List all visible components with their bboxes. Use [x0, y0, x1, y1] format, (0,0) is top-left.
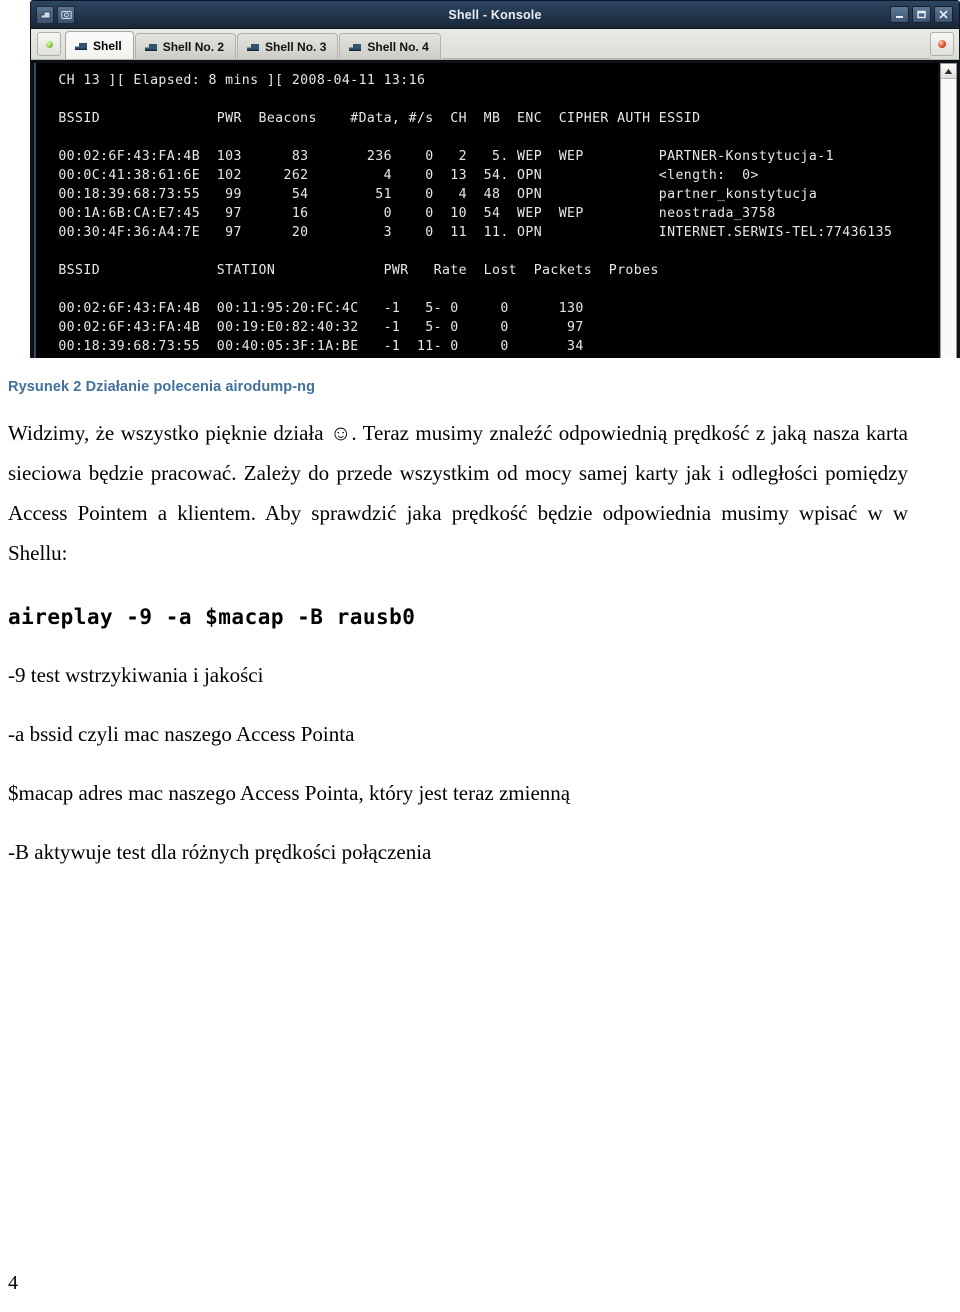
station-table-header: BSSID STATION PWR Rate Lost Packets Prob… [50, 263, 659, 278]
scroll-up-button[interactable] [941, 64, 956, 79]
terminal-status-line: CH 13 ][ Elapsed: 8 mins ][ 2008-04-11 1… [50, 73, 426, 88]
tab-bar-empty-space [441, 33, 930, 59]
new-session-icon [45, 40, 53, 48]
terminal-area: CH 13 ][ Elapsed: 8 mins ][ 2008-04-11 1… [31, 60, 959, 358]
document-body: Rysunek 2 Działanie polecenia airodump-n… [0, 358, 960, 865]
scrollbar-track[interactable] [941, 79, 956, 358]
station-table-row: 00:02:6F:43:FA:4B 00:11:95:20:FC:4C -1 5… [50, 301, 584, 316]
tab-bar: Shell Shell No. 2 Shell No. 3 Shell No. … [31, 29, 959, 60]
close-session-button[interactable] [930, 32, 954, 56]
terminal-screen[interactable]: CH 13 ][ Elapsed: 8 mins ][ 2008-04-11 1… [34, 63, 938, 358]
minimize-button[interactable] [890, 6, 909, 23]
ap-table-header: BSSID PWR Beacons #Data, #/s CH MB ENC C… [50, 111, 701, 126]
window-title: Shell - Konsole [448, 7, 542, 22]
terminal-icon [349, 43, 362, 51]
chevron-up-icon [944, 68, 953, 74]
station-table-row: 00:02:6F:43:FA:4B 00:19:E0:82:40:32 -1 5… [50, 320, 584, 335]
note-flag-a: -a bssid czyli mac naszego Access Pointa [8, 722, 355, 746]
note-flag-9: -9 test wstrzykiwania i jakości [8, 663, 264, 687]
titlebar-left-icons [31, 5, 75, 24]
close-button[interactable] [934, 6, 953, 23]
terminal-icon [144, 43, 157, 51]
ap-table-row: 00:02:6F:43:FA:4B 103 83 236 0 2 5. WEP … [50, 149, 834, 164]
tab-label: Shell [93, 38, 122, 53]
note-macap-variable: $macap adres mac naszego Access Pointa, … [8, 781, 571, 805]
terminal-scrollbar[interactable] [940, 63, 957, 358]
tab-shell[interactable]: Shell [65, 31, 134, 59]
station-table-row: 00:18:39:68:73:55 00:40:05:3F:1A:BE -1 1… [50, 339, 584, 354]
tab-label: Shell No. 2 [162, 39, 225, 54]
window-titlebar[interactable]: Shell - Konsole [31, 1, 959, 29]
command-line: aireplay -9 -a $macap -B rausb0 [8, 605, 416, 629]
tab-label: Shell No. 3 [265, 39, 327, 54]
ap-table-row: 00:0C:41:38:61:6E 102 262 4 0 13 54. OPN… [50, 168, 759, 183]
close-session-icon [938, 40, 946, 48]
terminal-icon [75, 42, 87, 50]
new-session-button[interactable] [37, 32, 61, 56]
figure-konsole-screenshot: Shell - Konsole Shell Shell No. 2 Shell … [30, 0, 960, 358]
screenshot-icon[interactable] [57, 5, 75, 24]
paragraph-intro: Widzimy, że wszystko pięknie działa ☺. T… [8, 421, 908, 565]
tab-shell-no-4[interactable]: Shell No. 4 [339, 33, 441, 59]
konsole-window: Shell - Konsole Shell Shell No. 2 Shell … [30, 0, 960, 358]
page-number: 4 [8, 1272, 18, 1294]
maximize-button[interactable] [912, 6, 931, 23]
ap-table-row: 00:30:4F:36:A4:7E 97 20 3 0 11 11. OPN I… [50, 225, 893, 240]
tab-shell-no-3[interactable]: Shell No. 3 [237, 33, 339, 59]
window-controls [890, 6, 959, 23]
ap-table-row: 00:1A:6B:CA:E7:45 97 16 0 0 10 54 WEP WE… [50, 206, 776, 221]
note-flag-b: -B aktywuje test dla różnych prędkości p… [8, 840, 432, 864]
tab-label: Shell No. 4 [367, 39, 429, 54]
ap-table-row: 00:18:39:68:73:55 99 54 51 0 4 48 OPN pa… [50, 187, 818, 202]
figure-caption: Rysunek 2 Działanie polecenia airodump-n… [8, 379, 316, 395]
terminal-icon [247, 43, 260, 51]
window-menu-icon[interactable] [36, 5, 54, 24]
tab-shell-no-2[interactable]: Shell No. 2 [134, 33, 237, 59]
